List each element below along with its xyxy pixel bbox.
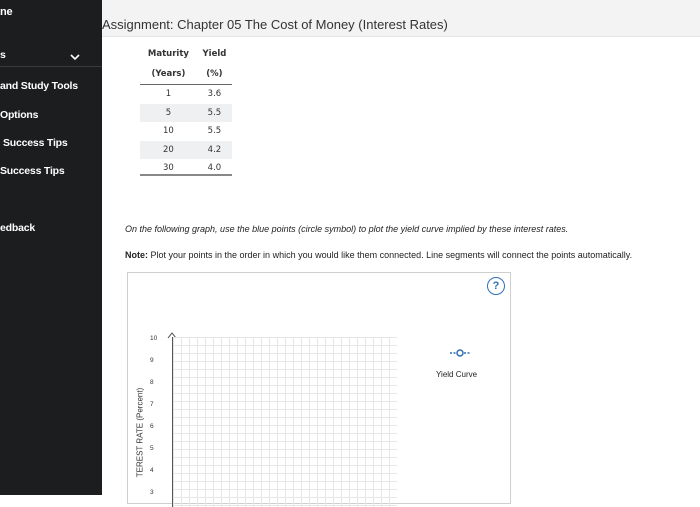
col-subheader-maturity: (Years) (140, 64, 197, 85)
y-tick-label: 5 (150, 445, 154, 452)
y-tick-label: 8 (150, 379, 154, 386)
y-tick-label: 9 (150, 357, 154, 364)
plot-grid[interactable] (172, 337, 397, 507)
graph-instructions: On the following graph, use the blue poi… (125, 224, 569, 234)
y-axis-label: TEREST RATE (Percent) (135, 387, 145, 478)
yield-cell: 5.5 (196, 103, 232, 122)
y-tick-label: 4 (150, 467, 154, 474)
assignment-title: Assignment: Chapter 05 The Cost of Money… (102, 17, 448, 32)
maturity-cell: 5 (140, 103, 197, 122)
yield-table: Maturity Yield (Years) (%) 1 3.6 5 5.5 1… (140, 44, 232, 178)
sidebar-item-success-tips-2[interactable]: Success Tips (0, 165, 65, 177)
note-text: Plot your points in the order in which y… (148, 250, 633, 260)
col-header-maturity: Maturity (147, 49, 189, 59)
yield-cell: 3.6 (207, 89, 222, 100)
table-row: 1 3.6 (140, 85, 232, 104)
maturity-cell: 20 (140, 140, 197, 159)
y-tick-label: 6 (150, 423, 154, 430)
col-header-yield: Yield (202, 49, 227, 59)
graph-note: Note: Plot your points in the order in w… (125, 250, 632, 260)
graph-panel: ? TEREST RATE (Percent) 10 9 8 7 6 5 4 3… (127, 272, 511, 507)
yield-curve-tool-icon[interactable] (450, 344, 470, 357)
sidebar-item-study-tools[interactable]: and Study Tools (0, 80, 78, 92)
table-row: 20 4.2 (140, 140, 232, 159)
sidebar-item-options[interactable]: Options (0, 109, 38, 121)
yield-cell: 4.2 (196, 140, 232, 159)
y-tick-label: 10 (150, 335, 158, 342)
note-label: Note: (125, 250, 148, 260)
legend-label: Yield Curve (436, 370, 478, 379)
chevron-down-icon[interactable] (70, 50, 80, 64)
table-row: 5 5.5 (140, 103, 232, 122)
maturity-cell: 1 (165, 89, 172, 100)
table-bottom-rule (140, 174, 232, 176)
y-tick-label: 7 (150, 401, 154, 408)
table-row: 10 5.5 (140, 122, 232, 141)
sidebar-item-success-tips[interactable]: Success Tips (3, 137, 68, 149)
sidebar-divider (0, 66, 102, 67)
help-icon[interactable]: ? (487, 277, 505, 295)
yield-cell: 5.5 (207, 126, 222, 137)
sidebar: ne s and Study Tools Options Success Tip… (0, 0, 102, 495)
sidebar-item-home[interactable]: ne (0, 6, 13, 18)
col-subheader-yield: (%) (196, 64, 232, 85)
maturity-cell: 10 (163, 126, 174, 137)
sidebar-item-feedback[interactable]: edback (0, 222, 35, 234)
sidebar-item-section[interactable]: s (0, 49, 6, 61)
main-content: Assignment: Chapter 05 The Cost of Money… (102, 0, 700, 507)
